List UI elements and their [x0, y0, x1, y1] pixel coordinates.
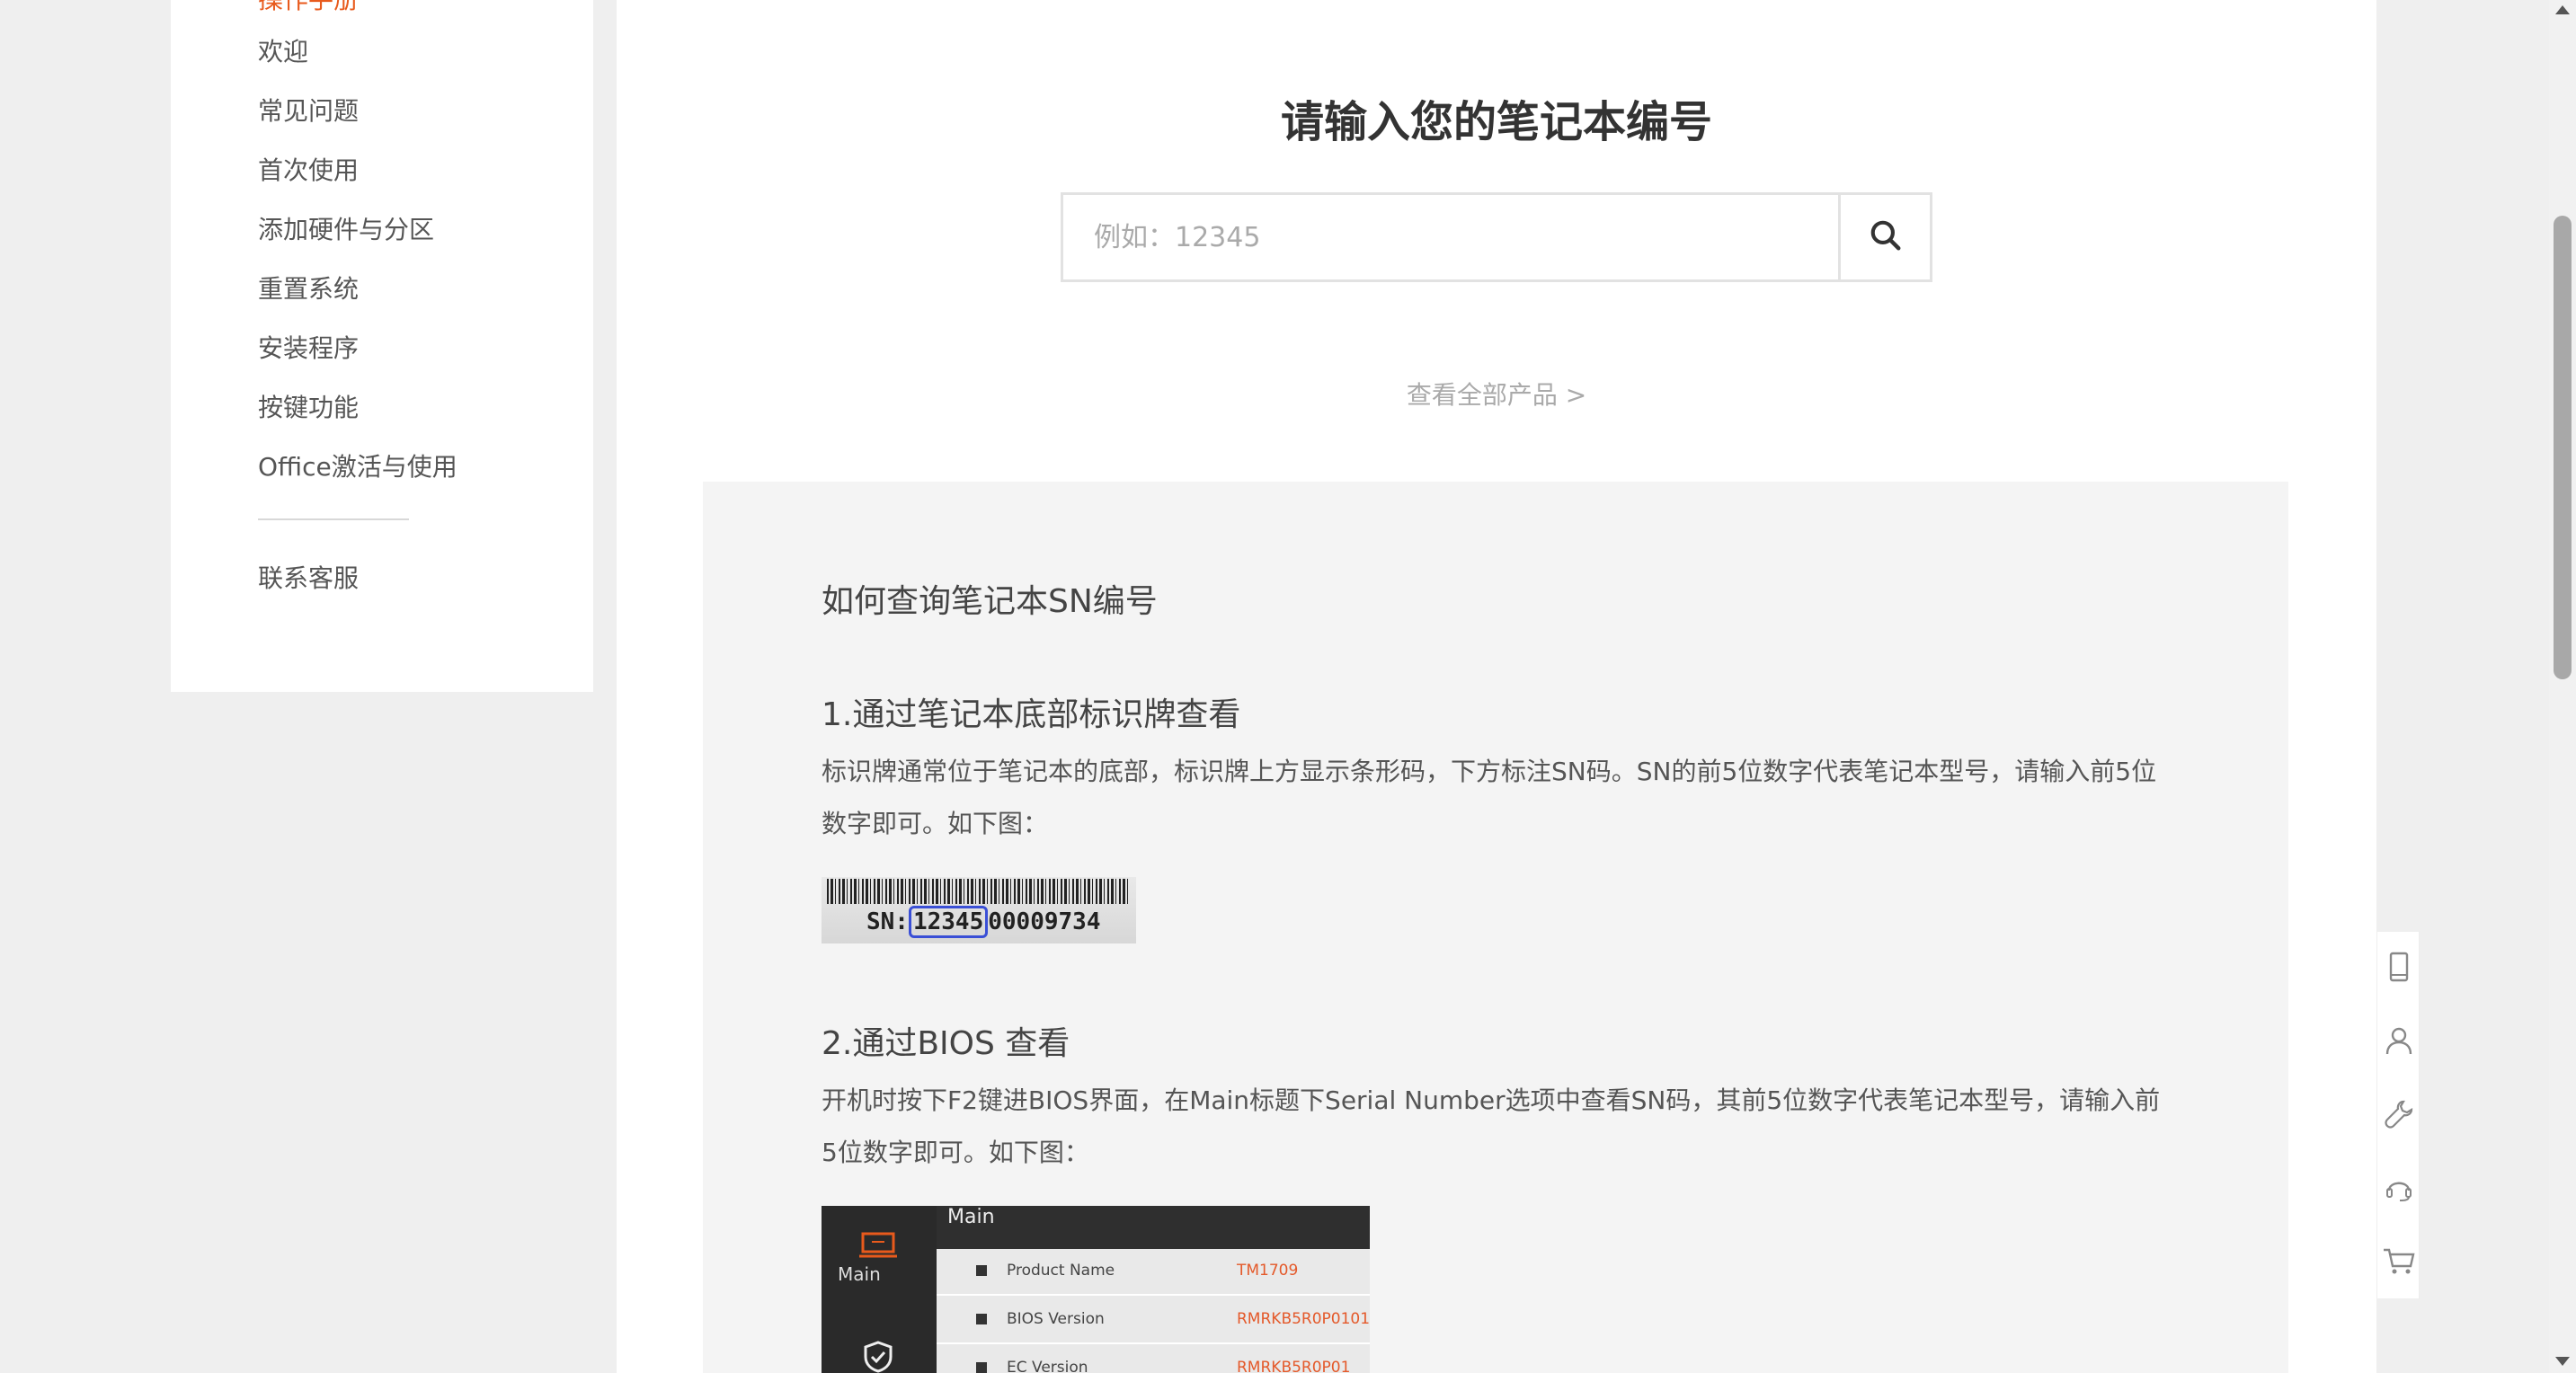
search-icon — [1869, 218, 1903, 256]
user-icon — [2384, 1025, 2414, 1059]
barcode-bars — [827, 879, 1131, 904]
sidebar-item-contact[interactable]: 联系客服 — [258, 559, 359, 595]
search-box — [1061, 192, 1932, 282]
bios-image: Main Main Product Name TM1709 BIOS Versi… — [822, 1206, 1370, 1373]
table-row: Product Name TM1709 — [937, 1249, 1370, 1296]
step1-text: 标识牌通常位于笔记本的底部，标识牌上方显示条形码，下方标注SN码。SN的前5位数… — [822, 757, 2157, 838]
scroll-thumb[interactable] — [2554, 216, 2572, 679]
bullet-icon — [976, 1265, 987, 1276]
page-scrollbar[interactable] — [2549, 0, 2576, 1373]
step1-title: 1.通过笔记本底部标识牌查看 — [822, 696, 1241, 733]
bios-value: TM1709 — [1237, 1262, 1299, 1280]
bios-side-label: Main — [838, 1263, 881, 1285]
bios-key: BIOS Version — [1007, 1310, 1105, 1328]
cart-button[interactable] — [2377, 1227, 2421, 1300]
table-row: EC Version RMRKB5R0P01 — [937, 1346, 1370, 1373]
barcode-prefix: SN: — [866, 908, 909, 935]
sidebar-item-first-use[interactable]: 首次使用 — [258, 151, 359, 187]
laptop-icon — [857, 1231, 899, 1263]
sidebar-divider — [258, 518, 409, 520]
wrench-icon — [2384, 1099, 2414, 1133]
sidebar: 操作手册 欢迎 常见问题 首次使用 添加硬件与分区 重置系统 安装程序 按键功能… — [171, 0, 593, 692]
barcode-rest: 00009734 — [988, 908, 1101, 935]
bios-sidebar: Main — [822, 1206, 937, 1373]
bios-value: RMRKB5R0P0101 — [1237, 1310, 1370, 1328]
cart-icon — [2382, 1246, 2416, 1280]
scroll-down-arrow-icon[interactable] — [2555, 1357, 2570, 1366]
bios-value: RMRKB5R0P01 — [1237, 1359, 1351, 1373]
barcode-sn-text: SN: 12345 00009734 — [866, 906, 1100, 938]
step2-text: 开机时按下F2键进BIOS界面，在Main标题下Serial Number选项中… — [822, 1085, 2161, 1167]
shield-icon — [863, 1341, 893, 1373]
search-input[interactable] — [1063, 195, 1838, 279]
floating-toolbar — [2376, 931, 2420, 1299]
barcode-image: SN: 12345 00009734 — [822, 877, 1136, 943]
support-button[interactable] — [2377, 1153, 2421, 1227]
bios-header: Main — [947, 1206, 995, 1228]
sidebar-item-office[interactable]: Office激活与使用 — [258, 447, 457, 483]
bios-key: Product Name — [1007, 1262, 1115, 1280]
main-panel: 请输入您的笔记本编号 查看全部产品 > 如何查询笔记本SN编号 1.通过笔记本底… — [617, 0, 2376, 1373]
sidebar-item-hardware-partition[interactable]: 添加硬件与分区 — [258, 210, 434, 246]
table-row: BIOS Version RMRKB5R0P0101 — [937, 1298, 1370, 1344]
page-title: 请输入您的笔记本编号 — [1280, 97, 1712, 147]
sidebar-item-manual[interactable]: 操作手册 — [258, 0, 359, 16]
help-heading: 如何查询笔记本SN编号 — [822, 583, 1158, 620]
sidebar-item-keys[interactable]: 按键功能 — [258, 388, 359, 424]
service-button[interactable] — [2377, 1079, 2421, 1153]
user-button[interactable] — [2377, 1005, 2421, 1079]
sidebar-item-reset-system[interactable]: 重置系统 — [258, 270, 359, 306]
sidebar-item-welcome[interactable]: 欢迎 — [258, 32, 308, 68]
view-all-products-link[interactable]: 查看全部产品 > — [617, 376, 2376, 412]
bios-key: EC Version — [1007, 1359, 1088, 1373]
bullet-icon — [976, 1314, 987, 1324]
step2-title: 2.通过BIOS 查看 — [822, 1025, 1070, 1062]
tablet-button[interactable] — [2377, 932, 2421, 1005]
bullet-icon — [976, 1362, 987, 1373]
headset-icon — [2384, 1173, 2414, 1207]
search-button[interactable] — [1838, 195, 1930, 279]
sidebar-item-faq[interactable]: 常见问题 — [258, 92, 359, 128]
bios-table: Product Name TM1709 BIOS Version RMRKB5R… — [937, 1249, 1370, 1373]
sn-help-section: 如何查询笔记本SN编号 1.通过笔记本底部标识牌查看 标识牌通常位于笔记本的底部… — [703, 482, 2288, 1373]
sidebar-item-install[interactable]: 安装程序 — [258, 329, 359, 365]
tablet-icon — [2385, 952, 2412, 986]
barcode-highlight: 12345 — [908, 906, 989, 938]
scroll-up-arrow-icon[interactable] — [2555, 5, 2570, 14]
